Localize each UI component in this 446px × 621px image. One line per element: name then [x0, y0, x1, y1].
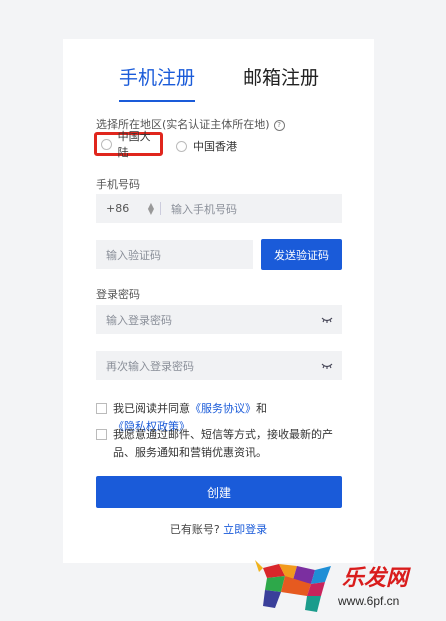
tab-email-register[interactable]: 邮箱注册: [243, 61, 319, 95]
country-code-select[interactable]: +86 ▲ ▼: [106, 200, 161, 216]
login-row: 已有账号? 立即登录: [63, 521, 374, 537]
verify-placeholder: 输入验证码: [106, 248, 161, 262]
password-input[interactable]: 输入登录密码: [96, 305, 342, 334]
login-prompt: 已有账号?: [169, 523, 220, 536]
watermark-url: www.6pf.cn: [338, 594, 400, 608]
register-tabs: 手机注册 邮箱注册: [63, 61, 374, 102]
region-radio-group: 中国大陆 中国香港: [94, 130, 296, 159]
agreement-and: 和: [256, 402, 267, 415]
radio-circle-icon: [101, 138, 112, 150]
updown-icon: ▲ ▼: [147, 200, 154, 216]
radio-mainland-china[interactable]: 中国大陆: [94, 130, 163, 159]
country-code-value: +86: [106, 202, 130, 215]
agreement-checkbox[interactable]: [96, 403, 107, 414]
eye-hidden-icon[interactable]: [321, 313, 333, 325]
send-code-button[interactable]: 发送验证码: [261, 239, 342, 270]
eye-hidden-icon[interactable]: [321, 359, 333, 371]
radio-label: 中国香港: [193, 140, 237, 153]
radio-circle-icon: [176, 140, 187, 152]
register-card: 手机注册 邮箱注册 选择所在地区(实名认证主体所在地)? 中国大陆 中国香港 手…: [63, 39, 374, 563]
watermark-brand: 乐发网: [342, 565, 409, 591]
phone-label: 手机号码: [96, 178, 140, 191]
login-link[interactable]: 立即登录: [223, 523, 267, 536]
watermark-logo: [255, 560, 331, 612]
phone-input[interactable]: +86 ▲ ▼ 输入手机号码: [96, 194, 342, 223]
radio-label: 中国大陆: [117, 130, 151, 159]
confirm-password-input[interactable]: 再次输入登录密码: [96, 351, 342, 380]
password-label: 登录密码: [96, 288, 140, 301]
password-placeholder: 输入登录密码: [106, 313, 172, 327]
agreement-prefix: 我已阅读并同意: [113, 402, 190, 415]
radio-hong-kong[interactable]: 中国香港: [176, 134, 237, 158]
marketing-text: 我愿意通过邮件、短信等方式，接收最新的产品、服务通知和营销优惠资讯。: [113, 428, 333, 459]
phone-placeholder: 输入手机号码: [171, 202, 237, 216]
service-agreement-link[interactable]: 《服务协议》: [190, 402, 256, 415]
marketing-checkbox[interactable]: [96, 429, 107, 440]
confirm-password-placeholder: 再次输入登录密码: [106, 359, 194, 373]
help-icon[interactable]: ?: [273, 119, 285, 131]
create-button[interactable]: 创建: [96, 476, 342, 508]
tab-phone-register[interactable]: 手机注册: [119, 61, 196, 102]
verify-code-input[interactable]: 输入验证码: [96, 240, 253, 269]
